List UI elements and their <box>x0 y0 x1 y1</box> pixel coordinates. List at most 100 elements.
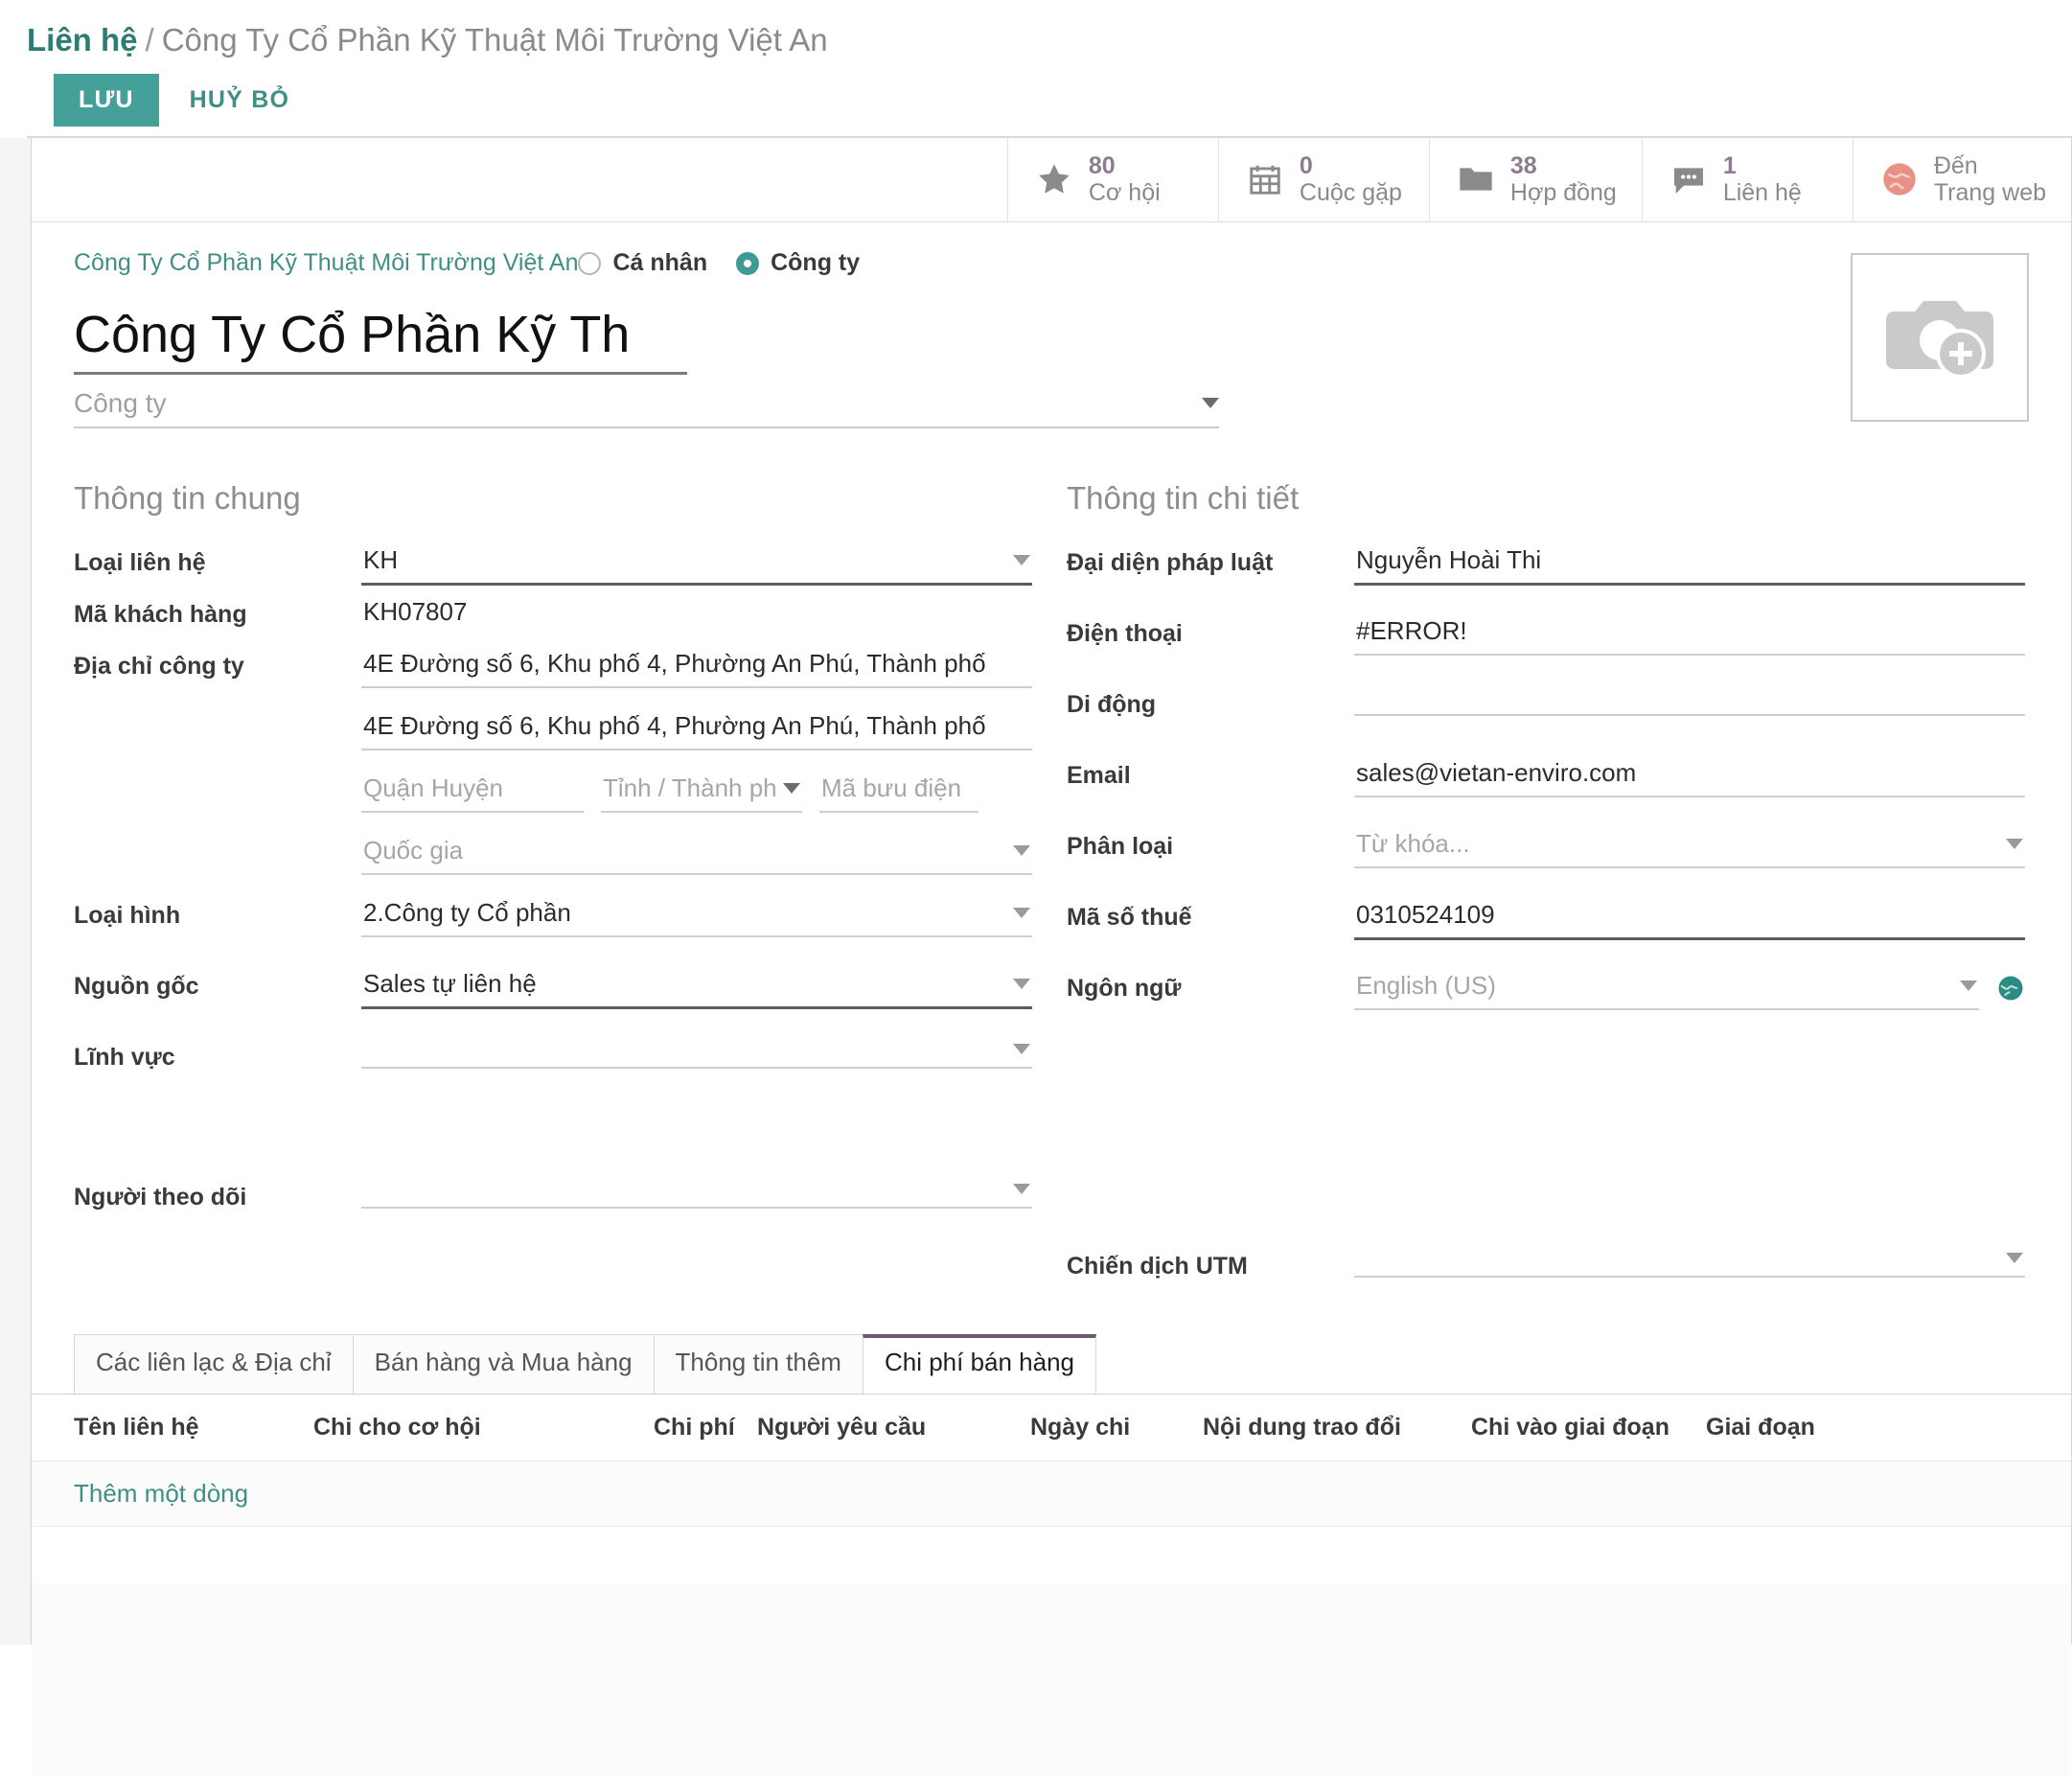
cancel-button[interactable]: HUỶ BỎ <box>173 74 307 127</box>
field-value: 4E Đường số 6, Khu phố 4, Phường An Phú,… <box>363 649 986 679</box>
field-label: Đại diện pháp luật <box>1067 542 1354 577</box>
stat-contracts[interactable]: 38 Hợp đồng <box>1429 138 1642 221</box>
language-select[interactable]: English (US) <box>1354 967 1979 1010</box>
company-name-link[interactable]: Công Ty Cổ Phần Kỹ Thuật Môi Trường Việt… <box>74 249 578 277</box>
column-header: Giai đoạn <box>1706 1414 1898 1442</box>
field-label: Điện thoại <box>1067 612 1354 648</box>
stat-label: Cơ hội <box>1089 179 1161 206</box>
field-legal-rep: Đại diện pháp luật Nguyễn Hoài Thi <box>1067 542 2025 593</box>
country-select[interactable]: Quốc gia <box>361 832 1032 875</box>
stat-label: Liên hệ <box>1723 179 1802 206</box>
camera-add-icon <box>1882 287 1997 387</box>
district-input[interactable]: Quận Huyện <box>361 770 584 813</box>
zip-placeholder: Mã bưu điện <box>821 773 961 803</box>
stat-meetings[interactable]: 0 Cuộc gặp <box>1218 138 1429 221</box>
chevron-down-icon <box>1202 398 1219 408</box>
industry-select[interactable] <box>361 1036 1032 1069</box>
field-value: sales@vietan-enviro.com <box>1356 758 1636 788</box>
field-label: Chiến dịch UTM <box>1067 1245 1354 1280</box>
radio-company-label[interactable]: Công ty <box>771 249 860 277</box>
field-label: Loại liên hệ <box>74 542 361 577</box>
record-sheet: 80 Cơ hội 0 Cuộc gặp <box>31 138 2072 1645</box>
tab-sales-purchase[interactable]: Bán hàng và Mua hàng <box>353 1334 655 1394</box>
stat-label: Cuộc gặp <box>1300 179 1402 206</box>
country-placeholder: Quốc gia <box>363 836 463 865</box>
radio-company[interactable] <box>736 252 759 275</box>
save-button[interactable]: LƯU <box>54 74 159 127</box>
field-utm-campaign: Chiến dịch UTM <box>1067 1245 2025 1297</box>
chevron-down-icon <box>2006 839 2023 849</box>
top-bar: Liên hệ/Công Ty Cổ Phần Kỹ Thuật Môi Trư… <box>0 0 2072 138</box>
calendar-icon <box>1244 158 1286 200</box>
field-label: Nguồn gốc <box>74 965 361 1001</box>
category-select[interactable]: Từ khóa... <box>1354 825 2025 868</box>
tab-sales-expense[interactable]: Chi phí bán hàng <box>863 1334 1096 1394</box>
field-category: Phân loại Từ khóa... <box>1067 825 2025 877</box>
field-language: Ngôn ngữ English (US) <box>1067 967 2025 1019</box>
field-label: Email <box>1067 754 1354 790</box>
photo-upload-box[interactable] <box>1851 253 2029 422</box>
tab-extra-info[interactable]: Thông tin thêm <box>654 1334 863 1394</box>
chat-icon <box>1668 158 1710 200</box>
utm-select[interactable] <box>1354 1245 2025 1278</box>
expense-table-header: Tên liên hệ Chi cho cơ hội Chi phí Người… <box>32 1395 2071 1462</box>
page-frame: 80 Cơ hội 0 Cuộc gặp <box>0 138 2072 1645</box>
chevron-down-icon <box>1013 845 1030 856</box>
globe-icon[interactable] <box>1996 974 2025 1003</box>
add-row-link[interactable]: Thêm một dòng <box>32 1462 2071 1527</box>
source-select[interactable]: Sales tự liên hệ <box>361 965 1032 1009</box>
stat-website[interactable]: Đến Trang web <box>1853 138 2071 221</box>
field-value: KH07807 <box>363 597 467 627</box>
breadcrumb-root-link[interactable]: Liên hệ <box>27 22 138 58</box>
company-select[interactable]: Công ty <box>74 388 1219 428</box>
stat-contacts[interactable]: 1 Liên hệ <box>1642 138 1853 221</box>
column-header: Người yêu cầu <box>757 1414 1030 1442</box>
zip-input[interactable]: Mã bưu điện <box>819 770 978 813</box>
address-line2-input[interactable]: 4E Đường số 6, Khu phố 4, Phường An Phú,… <box>361 707 1032 750</box>
radio-individual-label[interactable]: Cá nhân <box>612 249 707 277</box>
field-phone: Điện thoại #ERROR! <box>1067 612 2025 664</box>
tab-contacts-addresses[interactable]: Các liên lạc & Địa chỉ <box>74 1334 354 1394</box>
phone-input[interactable]: #ERROR! <box>1354 612 2025 656</box>
field-value: #ERROR! <box>1356 616 1467 646</box>
contact-type-select[interactable]: KH <box>361 542 1032 586</box>
tax-code-input[interactable]: 0310524109 <box>1354 896 2025 940</box>
mobile-input[interactable] <box>1354 683 2025 716</box>
field-contact-type: Loại liên hệ KH <box>74 542 1032 593</box>
stat-value: 1 <box>1723 152 1802 179</box>
radio-individual[interactable] <box>578 252 601 275</box>
chevron-down-icon <box>1013 908 1030 918</box>
email-input[interactable]: sales@vietan-enviro.com <box>1354 754 2025 797</box>
address-line1-input[interactable]: 4E Đường số 6, Khu phố 4, Phường An Phú,… <box>361 645 1032 688</box>
field-value: 0310524109 <box>1356 900 1495 930</box>
field-company-address: Địa chỉ công ty 4E Đường số 6, Khu phố 4… <box>74 645 1032 894</box>
stat-label: Hợp đồng <box>1510 179 1617 206</box>
form-body: Công Ty Cổ Phần Kỹ Thuật Môi Trường Việt… <box>32 222 2071 1297</box>
field-value: Nguyễn Hoài Thi <box>1356 545 1541 575</box>
column-header: Chi phí <box>654 1414 757 1442</box>
field-label: Loại hình <box>74 894 361 930</box>
chevron-down-icon <box>1960 980 1977 991</box>
legal-rep-input[interactable]: Nguyễn Hoài Thi <box>1354 542 2025 586</box>
globe-icon <box>1878 158 1921 200</box>
stat-opportunities[interactable]: 80 Cơ hội <box>1007 138 1218 221</box>
field-customer-code: Mã khách hàng KH07807 <box>74 593 1032 645</box>
field-label: Người theo dõi <box>74 1176 361 1211</box>
breadcrumb-separator: / <box>138 22 162 58</box>
field-company-form: Loại hình 2.Công ty Cổ phần <box>74 894 1032 946</box>
field-email: Email sales@vietan-enviro.com <box>1067 754 2025 806</box>
chevron-down-icon <box>2006 1253 2023 1263</box>
column-header: Ngày chi <box>1030 1414 1203 1442</box>
field-source: Nguồn gốc Sales tự liên hệ <box>74 965 1032 1017</box>
field-label: Ngôn ngữ <box>1067 967 1354 1003</box>
record-name-input[interactable] <box>74 297 687 375</box>
company-form-select[interactable]: 2.Công ty Cổ phần <box>361 894 1032 937</box>
customer-code-value: KH07807 <box>361 593 1032 634</box>
field-label: Di động <box>1067 683 1354 719</box>
form-columns: Thông tin chung Loại liên hệ KH Mã khách… <box>74 480 2029 1297</box>
stat-value: 38 <box>1510 152 1617 179</box>
province-select[interactable]: Tỉnh / Thành ph <box>601 770 802 813</box>
follower-select[interactable] <box>361 1176 1032 1209</box>
chevron-down-icon <box>1013 1184 1030 1194</box>
general-info-column: Thông tin chung Loại liên hệ KH Mã khách… <box>74 480 1032 1297</box>
